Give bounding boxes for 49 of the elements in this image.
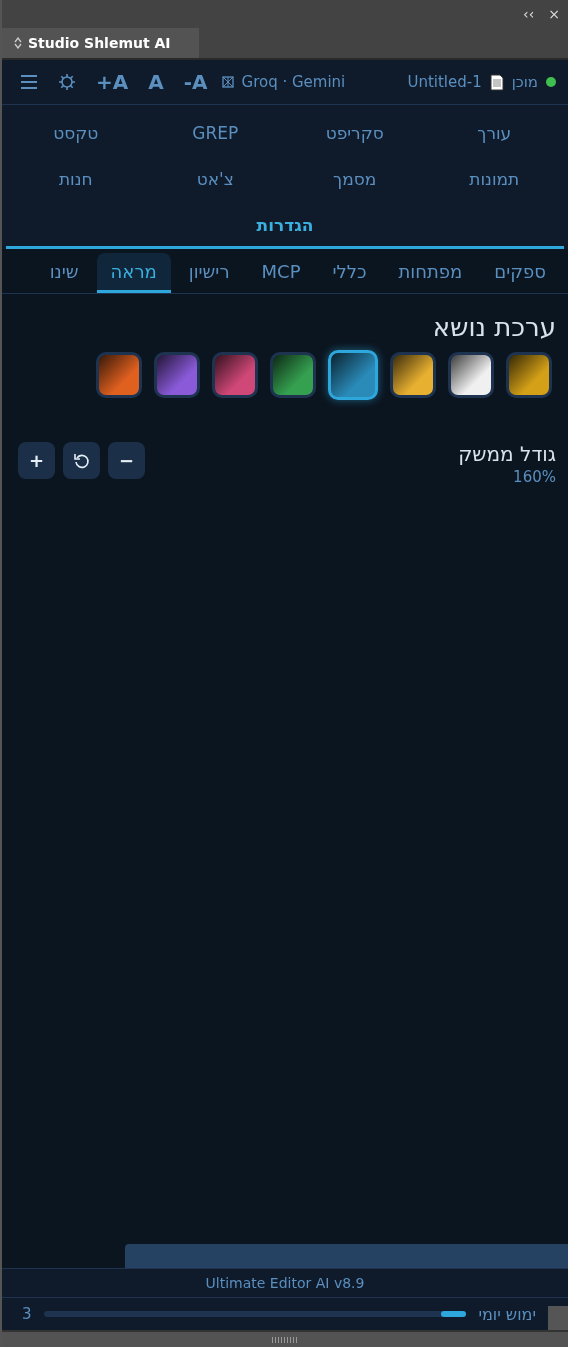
font-size-button[interactable]: +A <box>90 70 135 94</box>
resize-grip-icon <box>271 1336 299 1343</box>
nav-tab[interactable]: סקריפט <box>285 111 425 157</box>
document-icon <box>489 73 504 91</box>
font-size-button[interactable]: -A <box>177 70 214 94</box>
document-name: Untitled-1 <box>407 73 482 91</box>
panel-title: Studio Shlemut AI <box>28 35 171 51</box>
panel-tab[interactable]: Studio Shlemut AI <box>2 28 199 58</box>
usage-count: 3 <box>22 1305 32 1323</box>
theme-swatch[interactable] <box>212 352 258 398</box>
usage-label: ימוש יומי <box>478 1304 536 1324</box>
theme-swatch[interactable] <box>154 352 200 398</box>
settings-tab[interactable]: ספקים <box>480 253 560 293</box>
increase-button[interactable]: + <box>18 442 55 479</box>
section-title: ערכת נושא <box>431 312 556 342</box>
nav-tab[interactable]: צ'אט <box>145 157 285 203</box>
reset-icon <box>72 451 91 470</box>
theme-swatch[interactable] <box>96 352 142 398</box>
theme-swatch[interactable] <box>390 352 436 398</box>
theme-swatch[interactable] <box>270 352 316 398</box>
settings-tab[interactable]: מפתחות <box>384 253 477 293</box>
settings-tab[interactable]: מראה <box>96 253 171 293</box>
nav-tab[interactable]: עורך <box>424 111 564 157</box>
settings-tab[interactable]: MCP <box>247 253 315 293</box>
nav-tab[interactable]: GREP <box>145 111 285 157</box>
nav-tab[interactable]: תמונות <box>424 157 564 203</box>
close-button[interactable]: × <box>546 6 562 22</box>
status-dot <box>546 77 556 87</box>
theme-swatch[interactable] <box>506 352 552 398</box>
nav-tab[interactable]: חנות <box>6 157 146 203</box>
decrease-button[interactable]: − <box>108 442 145 479</box>
setting-label: גודל ממשק <box>458 442 556 466</box>
version-label: Ultimate Editor AI v8.9 <box>2 1268 568 1298</box>
providers-label: Groq · Gemini <box>241 73 346 91</box>
theme-swatch[interactable] <box>448 352 494 398</box>
setting-value: 160% <box>512 468 556 486</box>
font-size-button[interactable]: A <box>142 70 170 94</box>
nav-tab[interactable]: טקסט <box>6 111 146 157</box>
settings-tab[interactable]: כללי <box>318 253 381 293</box>
frame-icon <box>221 76 234 88</box>
theme-swatch[interactable] <box>328 350 378 400</box>
reset-button[interactable] <box>63 442 100 479</box>
nav-tab[interactable]: מסמך <box>285 157 425 203</box>
settings-tab[interactable]: רישיון <box>174 253 244 293</box>
settings-tab[interactable]: שינו <box>35 253 93 293</box>
collapse-button[interactable]: ‹‹ <box>521 6 537 22</box>
sort-arrows-icon <box>14 37 22 49</box>
status-text: מוכן <box>511 73 538 91</box>
scrollbar[interactable] <box>125 1244 568 1268</box>
